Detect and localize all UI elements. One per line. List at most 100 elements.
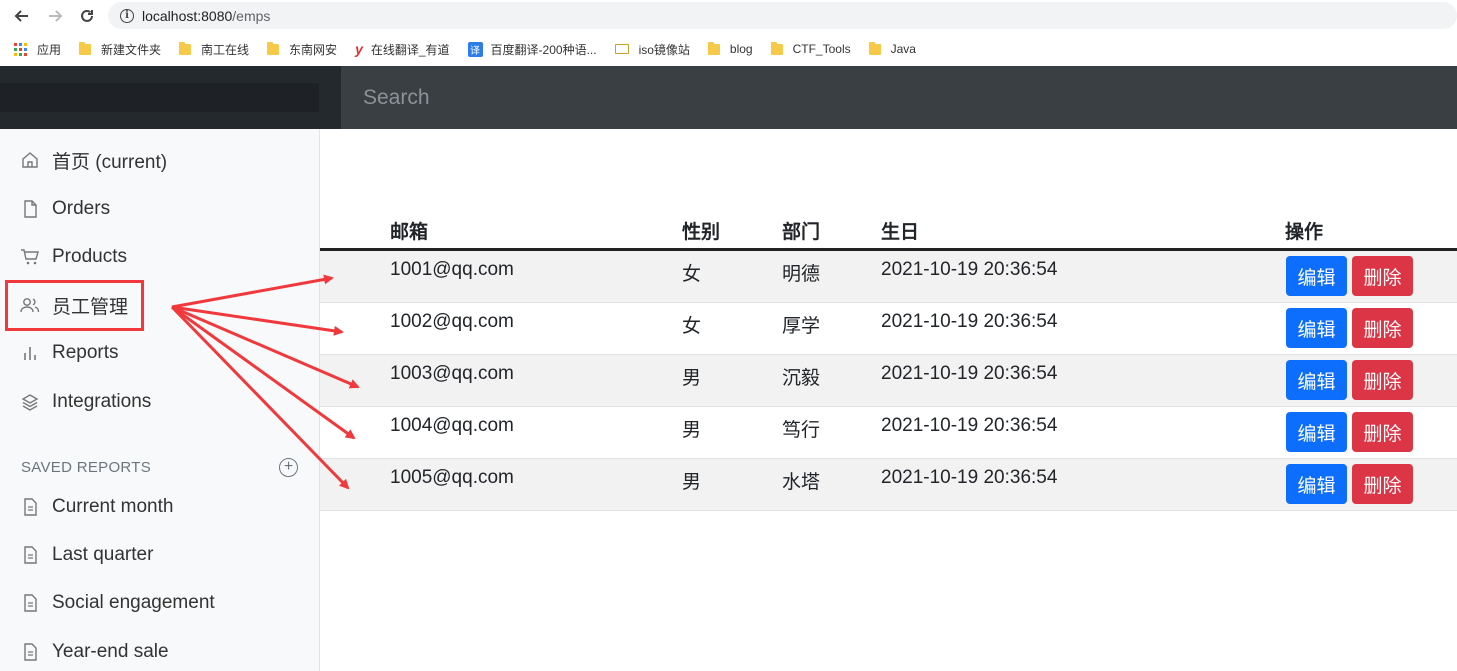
- table-row: 1004@qq.com 男 笃行 2021-10-19 20:36:54 编辑 …: [320, 407, 1457, 459]
- cell-gender: 男: [682, 420, 702, 441]
- delete-button[interactable]: 删除: [1352, 256, 1413, 296]
- bookmark-iso[interactable]: iso镜像站: [614, 41, 690, 58]
- edit-button[interactable]: 编辑: [1286, 360, 1347, 400]
- edit-button[interactable]: 编辑: [1286, 412, 1347, 452]
- plus-circle-icon[interactable]: +: [279, 458, 298, 477]
- file-text-icon: [20, 642, 40, 662]
- back-arrow-icon[interactable]: [7, 1, 37, 31]
- table-row: 1002@qq.com 女 厚学 2021-10-19 20:36:54 编辑 …: [320, 303, 1457, 355]
- layers-icon: [20, 392, 40, 412]
- address-bar[interactable]: i localhost:8080/emps: [108, 2, 1457, 29]
- delete-button[interactable]: 删除: [1352, 412, 1413, 452]
- saved-report-item[interactable]: Social engagement: [20, 587, 215, 619]
- cell-birth: 2021-10-19 20:36:54: [881, 259, 1058, 280]
- cell-birth: 2021-10-19 20:36:54: [881, 363, 1058, 384]
- forward-arrow-icon[interactable]: [40, 1, 70, 31]
- table-row: 1003@qq.com 男 沉毅 2021-10-19 20:36:54 编辑 …: [320, 355, 1457, 407]
- delete-button[interactable]: 删除: [1352, 464, 1413, 504]
- saved-report-item[interactable]: Year-end sale: [20, 636, 169, 668]
- cell-department: 水塔: [782, 472, 821, 493]
- bookmarks-bar: 应用 新建文件夹 南工在线 东南网安 y 在线翻译_有道 译百度翻译-200种语.…: [0, 32, 1457, 66]
- bar-chart-icon: [20, 343, 40, 363]
- navbar-brand[interactable]: [0, 66, 341, 129]
- cell-gender: 男: [682, 368, 702, 389]
- cell-gender: 女: [682, 316, 702, 337]
- edit-button[interactable]: 编辑: [1286, 256, 1347, 296]
- cell-gender: 男: [682, 472, 702, 493]
- folder-icon: [179, 41, 192, 55]
- cell-birth: 2021-10-19 20:36:54: [881, 415, 1058, 436]
- folder-open-icon: [614, 44, 629, 54]
- file-text-icon: [20, 497, 40, 517]
- saved-reports-heading: SAVED REPORTS: [21, 459, 152, 476]
- cell-gender: 女: [682, 264, 702, 285]
- cell-email: 1005@qq.com: [390, 467, 514, 488]
- bookmark-baidu-translate[interactable]: 译百度翻译-200种语...: [467, 41, 597, 58]
- cell-department: 明德: [782, 264, 821, 285]
- sidebar-item-label: Integrations: [52, 391, 152, 412]
- reload-icon[interactable]: [72, 1, 102, 31]
- sidebar-item-label: Products: [52, 246, 127, 267]
- sidebar-item-integrations[interactable]: Integrations: [20, 386, 151, 418]
- sidebar-item-label: Reports: [52, 342, 119, 363]
- baidu-translate-icon: 译: [467, 41, 483, 57]
- url-path: /emps: [232, 7, 271, 24]
- top-navbar: [0, 66, 1457, 129]
- sidebar-item-home[interactable]: 首页 (current): [20, 144, 167, 176]
- folder-icon: [267, 41, 280, 55]
- bookmark-youdao[interactable]: y 在线翻译_有道: [355, 41, 449, 58]
- saved-report-label: Social engagement: [52, 592, 215, 613]
- table-row: 1001@qq.com 女 明德 2021-10-19 20:36:54 编辑 …: [320, 251, 1457, 303]
- saved-report-label: Year-end sale: [52, 641, 169, 662]
- sidebar-item-orders[interactable]: Orders: [20, 193, 110, 225]
- cell-email: 1001@qq.com: [390, 259, 514, 280]
- cell-department: 厚学: [782, 316, 821, 337]
- folder-icon: [868, 41, 881, 55]
- search-input[interactable]: [341, 66, 1457, 129]
- header-gender: 性别: [682, 222, 721, 243]
- url-host: localhost:8080: [142, 7, 233, 24]
- bookmark-folder[interactable]: 南工在线: [179, 41, 249, 58]
- home-icon: [20, 150, 40, 170]
- header-birth: 生日: [881, 222, 920, 243]
- edit-button[interactable]: 编辑: [1286, 308, 1347, 348]
- saved-report-item[interactable]: Last quarter: [20, 539, 153, 571]
- bookmark-folder[interactable]: 新建文件夹: [79, 41, 161, 58]
- cell-birth: 2021-10-19 20:36:54: [881, 467, 1058, 488]
- apps-grid-icon: [14, 42, 27, 56]
- file-icon: [20, 199, 40, 219]
- main-content: 邮箱 性别 部门 生日 操作 1001@qq.com 女 明德 2021-10-…: [320, 129, 1457, 671]
- folder-icon: [770, 41, 783, 55]
- sidebar-item-reports[interactable]: Reports: [20, 337, 119, 369]
- folder-icon: [79, 41, 92, 55]
- cart-icon: [20, 247, 40, 267]
- edit-button[interactable]: 编辑: [1286, 464, 1347, 504]
- header-department: 部门: [782, 222, 821, 243]
- bookmark-folder[interactable]: Java: [868, 41, 916, 56]
- folder-icon: [707, 41, 720, 55]
- annotation-highlight-box: [5, 280, 144, 331]
- saved-report-label: Current month: [52, 496, 174, 517]
- delete-button[interactable]: 删除: [1352, 360, 1413, 400]
- file-text-icon: [20, 593, 40, 613]
- youdao-icon: y: [355, 41, 363, 57]
- bookmark-folder[interactable]: blog: [707, 41, 753, 56]
- header-email: 邮箱: [390, 222, 429, 243]
- sidebar-item-products[interactable]: Products: [20, 241, 127, 273]
- cell-department: 沉毅: [782, 368, 821, 389]
- table-header: 邮箱 性别 部门 生日 操作: [320, 215, 1457, 251]
- sidebar-item-label: 首页 (current): [52, 151, 168, 173]
- saved-report-item[interactable]: Current month: [20, 491, 173, 523]
- info-icon[interactable]: i: [120, 8, 134, 23]
- file-text-icon: [20, 545, 40, 565]
- delete-button[interactable]: 删除: [1352, 308, 1413, 348]
- brand-block: [0, 83, 319, 112]
- bookmark-folder[interactable]: CTF_Tools: [770, 41, 851, 56]
- cell-email: 1004@qq.com: [390, 415, 514, 436]
- bookmark-folder[interactable]: 东南网安: [267, 41, 337, 58]
- sidebar-item-label: Orders: [52, 198, 111, 219]
- cell-email: 1003@qq.com: [390, 363, 514, 384]
- cell-birth: 2021-10-19 20:36:54: [881, 311, 1058, 332]
- browser-toolbar: i localhost:8080/emps: [0, 0, 1457, 32]
- bookmark-apps[interactable]: 应用: [14, 41, 61, 58]
